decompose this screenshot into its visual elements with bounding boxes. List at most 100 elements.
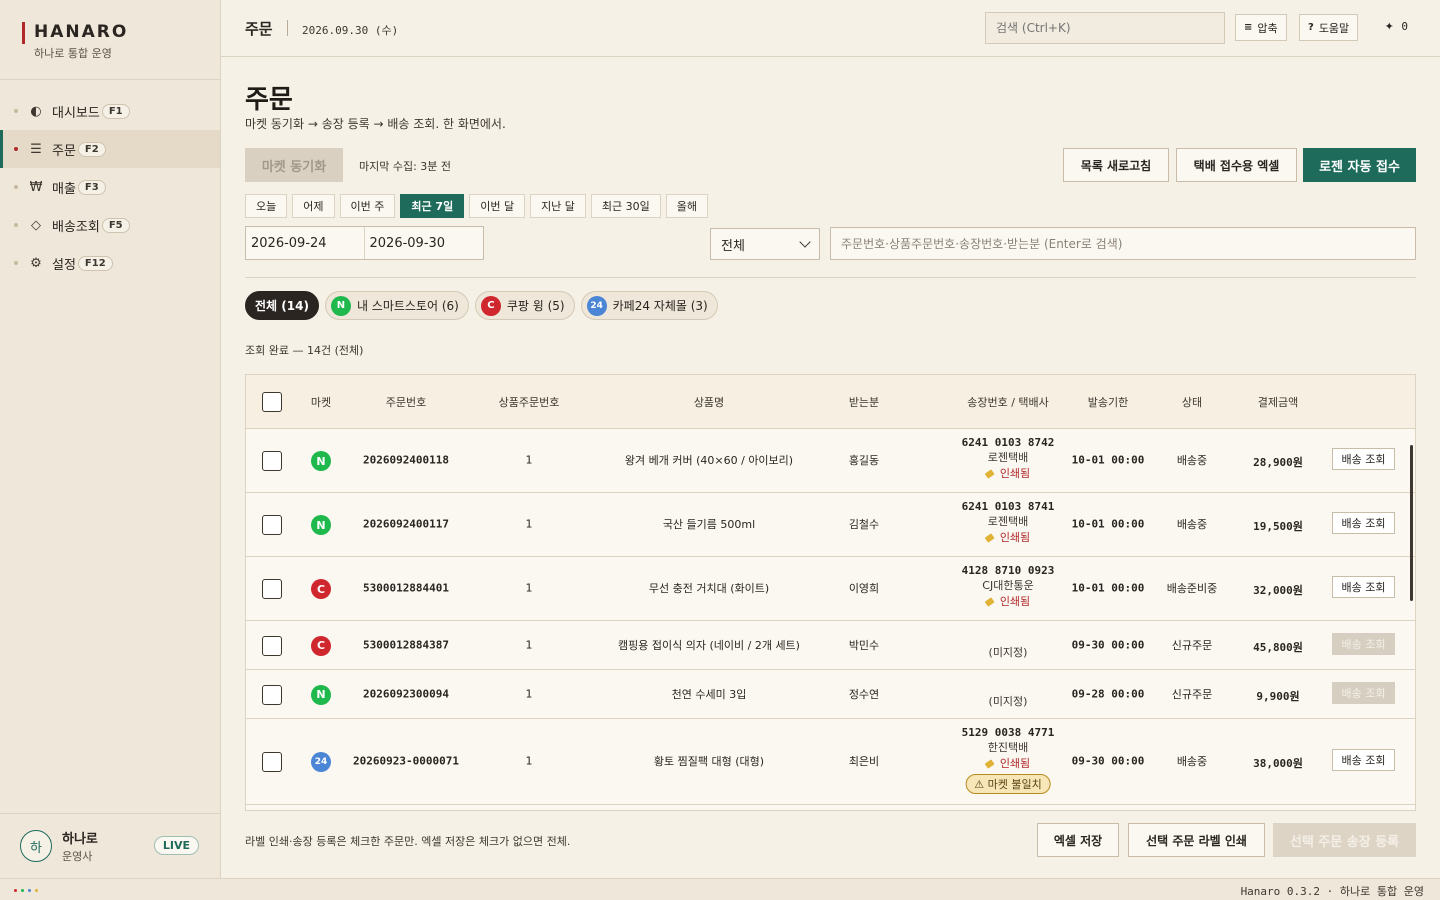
topbar-title: 주문 — [245, 20, 273, 38]
product-name: 캠핑용 접이식 의자 (네이비 / 2개 세트) — [618, 638, 800, 652]
notification-button[interactable]: ✦ 0 — [1385, 20, 1408, 33]
spark-icon: ✦ — [1384, 20, 1394, 33]
print-labels-button[interactable]: 선택 주문 라벨 인쇄 — [1128, 823, 1265, 857]
nav-label: 배송조회 — [52, 219, 100, 235]
refresh-list-button[interactable]: 목록 새로고침 — [1063, 148, 1169, 182]
logen-auto-submit-button[interactable]: 로젠 자동 접수 — [1303, 148, 1416, 182]
status-select[interactable]: 전체 — [710, 228, 820, 260]
market-mismatch-badge: ⚠ 마켓 불일치 — [965, 774, 1051, 794]
printed-status: 인쇄됨 — [962, 755, 1055, 771]
nav-dot — [14, 261, 18, 265]
carrier-name: 로젠택배 — [987, 515, 1029, 528]
column-header: 결제금액 — [1257, 396, 1299, 409]
excel-save-button[interactable]: 엑셀 저장 — [1037, 823, 1119, 857]
track-shipment-button[interactable]: 배송 조회 — [1332, 632, 1395, 655]
status-dot — [28, 889, 31, 892]
page-description: 마켓 동기화 → 송장 등록 → 배송 조회. 한 화면에서. — [245, 117, 506, 131]
order-number: 5300012884387 — [362, 638, 450, 651]
tag-icon — [984, 533, 995, 543]
market-badge-icon: C — [480, 295, 501, 316]
table-header: 마켓 주문번호 상품주문번호 상품명 받는분 송장번호 / 택배사 발송기한 상태 결제금액 — [246, 375, 1415, 429]
topbar: 주문 2026.09.30 (수) ≡ 압축 ? 도움말 ✦ 0 — [221, 0, 1440, 57]
version-text: Hanaro 0.3.2 · 하나로 통합 운영 — [1240, 885, 1424, 898]
range-preset-3[interactable]: 최근 7일 — [400, 194, 465, 218]
brand-name: HANARO — [34, 22, 129, 42]
carrier-name: 로젠택배 — [987, 451, 1029, 464]
row-checkbox[interactable] — [262, 579, 282, 599]
row-checkbox[interactable] — [262, 684, 282, 705]
range-preset-1[interactable]: 어제 — [292, 194, 335, 218]
column-header: 주문번호 — [385, 396, 427, 409]
nav-shortcut-key: F3 — [77, 179, 106, 195]
market-chip-2[interactable]: C 쿠팡 윙 (5) — [474, 291, 575, 320]
ship-deadline: 10-01 00:00 — [1071, 517, 1145, 531]
chip-label: 카페24 자체몰 (3) — [612, 299, 708, 313]
tag-icon — [984, 759, 995, 769]
date-to-field[interactable]: 2026-09-30 — [365, 227, 484, 259]
range-preset-6[interactable]: 최근 30일 — [590, 194, 661, 218]
nav-dot — [14, 223, 18, 227]
date-from-field[interactable]: 2026-09-24 — [246, 227, 365, 259]
sidebar-item-2[interactable]: ₩ 매출 F3 — [0, 168, 220, 206]
table-scrollbar[interactable] — [1410, 445, 1413, 601]
item-order-number: 1 — [525, 754, 533, 768]
user-name: 하나로 — [62, 832, 98, 847]
track-shipment-button[interactable]: 배송 조회 — [1332, 576, 1395, 598]
row-checkbox[interactable] — [262, 635, 282, 656]
nav-shortcut-key: F2 — [77, 141, 106, 157]
user-panel[interactable]: 하 하나로 운영사 LIVE — [0, 813, 221, 878]
table-body: N 2026092400118 1 왕겨 베개 커버 (40×60 / 아이보리) 홍길… — [246, 429, 1415, 805]
range-preset-5[interactable]: 지난 달 — [530, 194, 586, 218]
sidebar-item-4[interactable]: ⚙ 설정 F12 — [0, 244, 220, 282]
ship-deadline: 09-30 00:00 — [1071, 638, 1145, 651]
range-preset-2[interactable]: 이번 주 — [339, 194, 396, 218]
track-shipment-button[interactable]: 배송 조회 — [1332, 749, 1395, 771]
market-badge-icon: N — [311, 684, 331, 705]
page-title: 주문 — [245, 85, 293, 115]
sidebar-item-3[interactable]: ◇ 배송조회 F5 — [0, 206, 220, 244]
payment-amount: 28,900원 — [1253, 456, 1303, 469]
row-checkbox[interactable] — [262, 451, 282, 471]
row-checkbox[interactable] — [262, 752, 282, 772]
courier-excel-button[interactable]: 택배 접수용 엑셀 — [1176, 148, 1297, 182]
printed-label: 인쇄됨 — [999, 595, 1031, 608]
select-all-checkbox[interactable] — [262, 392, 282, 412]
global-search-input[interactable] — [985, 12, 1225, 44]
brand-subtitle: 하나로 통합 운영 — [34, 47, 112, 60]
order-status: 배송중 — [1176, 454, 1208, 467]
range-preset-7[interactable]: 올해 — [665, 194, 709, 218]
order-status: 배송중 — [1176, 518, 1208, 531]
product-name: 왕겨 베개 커버 (40×60 / 아이보리) — [624, 454, 794, 467]
nav-icon: ₩ — [29, 179, 43, 195]
range-preset-4[interactable]: 이번 달 — [469, 194, 526, 218]
sidebar-item-0[interactable]: ◐ 대시보드 F1 — [0, 92, 220, 130]
track-shipment-button[interactable]: 배송 조회 — [1332, 512, 1395, 534]
order-status: 배송중 — [1176, 755, 1208, 768]
column-header: 상품주문번호 — [498, 396, 560, 409]
track-shipment-button[interactable]: 배송 조회 — [1332, 681, 1395, 704]
date-range-input[interactable]: 2026-09-24 2026-09-30 — [245, 226, 484, 260]
ship-deadline: 10-01 00:00 — [1071, 453, 1145, 467]
compress-button[interactable]: ≡ 압축 — [1235, 14, 1287, 41]
avatar: 하 — [20, 830, 52, 862]
market-sync-button[interactable]: 마켓 동기화 — [245, 148, 343, 182]
market-chip-0[interactable]: 전체 (14) — [245, 291, 319, 320]
notification-count: 0 — [1401, 20, 1408, 33]
register-invoice-button[interactable]: 선택 주문 송장 등록 — [1273, 823, 1416, 857]
market-chip-3[interactable]: 24 카페24 자체몰 (3) — [580, 291, 718, 320]
invoice-number: 4128 8710 0923 — [961, 564, 1055, 577]
market-chip-1[interactable]: N 내 스마트스토어 (6) — [324, 291, 469, 320]
divider — [245, 277, 1416, 278]
nav-label: 대시보드 — [52, 105, 100, 121]
nav-dot — [14, 147, 18, 151]
row-checkbox[interactable] — [262, 515, 282, 535]
sidebar-item-1[interactable]: ☰ 주문 F2 — [0, 130, 220, 168]
market-badge-icon: 24 — [311, 752, 331, 772]
order-search-input[interactable]: 주문번호·상품주문번호·송장번호·받는분 (Enter로 검색) — [830, 227, 1416, 260]
help-button[interactable]: ? 도움말 — [1299, 14, 1359, 41]
product-name: 국산 들기름 500ml — [662, 518, 756, 531]
last-sync-text: 마지막 수집: 3분 전 — [359, 160, 452, 173]
recipient-name: 이영희 — [848, 582, 880, 595]
range-preset-0[interactable]: 오늘 — [245, 194, 288, 218]
track-shipment-button[interactable]: 배송 조회 — [1332, 448, 1395, 470]
